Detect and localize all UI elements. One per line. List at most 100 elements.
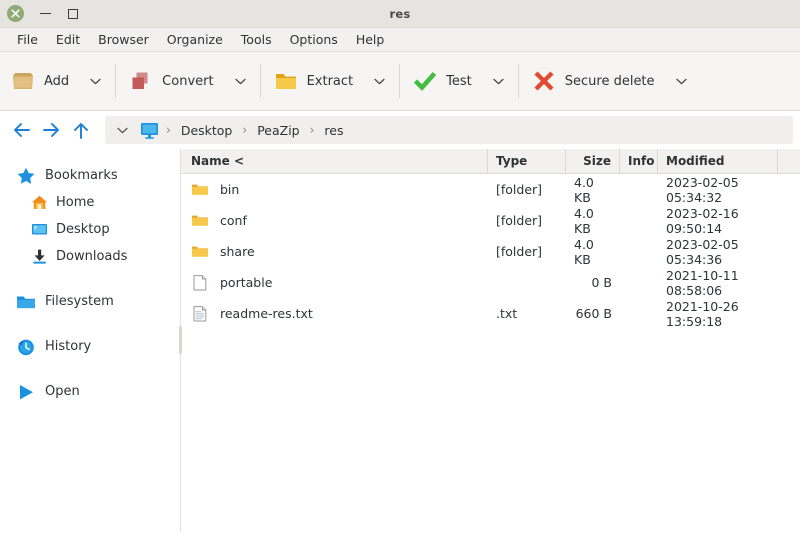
column-header-type[interactable]: Type (488, 149, 566, 173)
menu-browser[interactable]: Browser (89, 30, 158, 49)
file-name-cell: readme-res.txt (181, 298, 488, 329)
file-type-cell: .txt (488, 298, 566, 329)
open-play-icon (16, 382, 36, 402)
table-row[interactable]: portable 0 B 2021-10-11 08:58:06 (181, 267, 800, 298)
sidebar-splitter[interactable] (180, 149, 181, 531)
column-header-filler (778, 149, 800, 173)
column-header-name[interactable]: Name < (181, 149, 488, 173)
file-type-cell (488, 267, 566, 298)
desktop-icon (31, 221, 48, 238)
file-name-cell: share (181, 236, 488, 267)
test-button[interactable]: Test (402, 62, 481, 100)
convert-button[interactable]: Convert (118, 62, 222, 100)
file-type-cell: [folder] (488, 236, 566, 267)
file-info-cell (620, 236, 658, 267)
sidebar-label-home: Home (56, 195, 94, 210)
file-modified-cell: 2023-02-16 09:50:14 (658, 205, 778, 236)
folder-icon (191, 212, 209, 230)
extract-button-label: Extract (307, 74, 354, 89)
column-header-info[interactable]: Info (620, 149, 658, 173)
file-name-cell: bin (181, 174, 488, 205)
downloads-icon (31, 248, 48, 265)
menu-tools[interactable]: Tools (232, 30, 281, 49)
table-row[interactable]: bin [folder] 4.0 KB 2023-02-05 05:34:32 (181, 174, 800, 205)
menu-edit[interactable]: Edit (47, 30, 89, 49)
sidebar: Bookmarks Home Desktop (0, 149, 180, 531)
file-blank-icon (191, 274, 209, 292)
sidebar-item-bookmarks[interactable]: Bookmarks (0, 162, 180, 189)
home-icon (31, 194, 48, 211)
window-controls (0, 5, 80, 22)
table-row[interactable]: share [folder] 4.0 KB 2023-02-05 05:34:3… (181, 236, 800, 267)
secure-delete-x-icon (531, 68, 557, 94)
breadcrumb-separator: › (309, 123, 316, 137)
sidebar-item-open[interactable]: Open (0, 378, 180, 405)
maximize-button[interactable] (66, 6, 80, 22)
file-size-cell: 4.0 KB (566, 205, 620, 236)
file-size-cell: 660 B (566, 298, 620, 329)
table-row[interactable]: conf [folder] 4.0 KB 2023-02-16 09:50:14 (181, 205, 800, 236)
sidebar-label-open: Open (45, 384, 80, 399)
sidebar-item-home[interactable]: Home (0, 189, 180, 216)
file-name-label: portable (220, 275, 272, 290)
sidebar-label-bookmarks: Bookmarks (45, 168, 118, 183)
toolbar-separator (518, 64, 519, 98)
convert-dropdown-button[interactable] (223, 66, 258, 96)
extract-dropdown-button[interactable] (362, 66, 397, 96)
menu-help[interactable]: Help (347, 30, 394, 49)
file-info-cell (620, 267, 658, 298)
breadcrumb-desktop[interactable]: Desktop (174, 120, 240, 141)
secure-delete-button-label: Secure delete (565, 74, 655, 89)
file-list-pane: Name < Type Size Info Modified bin (181, 149, 800, 531)
secure-delete-dropdown-button[interactable] (664, 66, 699, 96)
up-arrow-icon[interactable] (67, 116, 95, 144)
menu-organize[interactable]: Organize (158, 30, 232, 49)
add-box-icon (10, 68, 36, 94)
sidebar-spacer (0, 360, 180, 378)
test-checkmark-icon (412, 68, 438, 94)
history-clock-icon (16, 337, 36, 357)
file-type-cell: [folder] (488, 174, 566, 205)
sidebar-item-desktop[interactable]: Desktop (0, 216, 180, 243)
file-name-label: conf (220, 213, 247, 228)
toolbar-separator (115, 64, 116, 98)
menu-file[interactable]: File (8, 30, 47, 49)
extract-button[interactable]: Extract (263, 62, 363, 100)
menu-options[interactable]: Options (281, 30, 347, 49)
sidebar-item-history[interactable]: History (0, 333, 180, 360)
minimize-button[interactable] (38, 6, 52, 22)
column-header-size[interactable]: Size (566, 149, 620, 173)
test-dropdown-button[interactable] (481, 66, 516, 96)
toolbar-group-add: Add (0, 52, 113, 110)
add-dropdown-button[interactable] (78, 66, 113, 96)
forward-arrow-icon[interactable] (37, 116, 65, 144)
secure-delete-button[interactable]: Secure delete (521, 62, 664, 100)
file-modified-cell: 2023-02-05 05:34:32 (658, 174, 778, 205)
sidebar-item-filesystem[interactable]: Filesystem (0, 288, 180, 315)
test-button-label: Test (446, 74, 472, 89)
file-info-cell (620, 298, 658, 329)
folder-icon (191, 243, 209, 261)
sidebar-label-filesystem: Filesystem (45, 294, 114, 309)
breadcrumb-peazip[interactable]: PeaZip (250, 120, 306, 141)
toolbar-group-secure-delete: Secure delete (521, 52, 699, 110)
back-arrow-icon[interactable] (7, 116, 35, 144)
breadcrumb: › Desktop › PeaZip › res (105, 116, 793, 144)
add-button[interactable]: Add (0, 62, 78, 100)
close-button[interactable] (7, 5, 24, 22)
toolbar-group-convert: Convert (118, 52, 257, 110)
extract-folder-icon (273, 68, 299, 94)
breadcrumb-separator: › (241, 123, 248, 137)
toolbar-separator (260, 64, 261, 98)
sidebar-label-downloads: Downloads (56, 249, 127, 264)
sidebar-item-downloads[interactable]: Downloads (0, 243, 180, 270)
file-modified-cell: 2023-02-05 05:34:36 (658, 236, 778, 267)
computer-icon[interactable] (136, 122, 163, 139)
convert-button-label: Convert (162, 74, 213, 89)
table-row[interactable]: readme-res.txt .txt 660 B 2021-10-26 13:… (181, 298, 800, 329)
toolbar-separator (399, 64, 400, 98)
sidebar-label-history: History (45, 339, 91, 354)
breadcrumb-dropdown-icon[interactable] (111, 127, 134, 134)
breadcrumb-res[interactable]: res (317, 120, 350, 141)
column-header-modified[interactable]: Modified (658, 149, 778, 173)
